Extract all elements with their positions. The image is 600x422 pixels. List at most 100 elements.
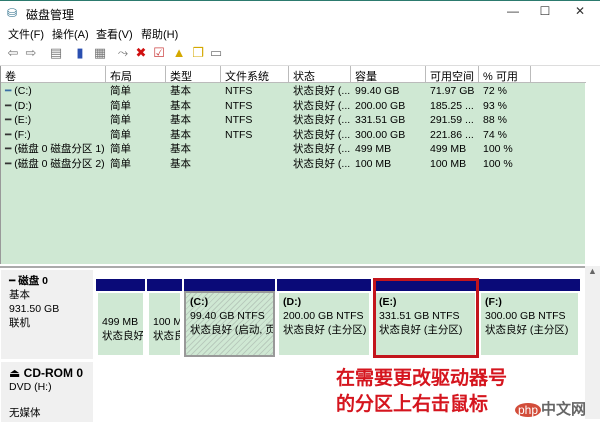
partition-status: 状态良好: [102, 330, 144, 342]
cell-text: 基本: [170, 157, 191, 170]
menu-action[interactable]: 操作(A): [52, 26, 89, 42]
folder-up-icon[interactable]: ▲: [171, 45, 187, 61]
menu-help[interactable]: 帮助(H): [141, 26, 178, 42]
partition-status: 状态良好 (主分区): [485, 324, 569, 336]
cell-text: NTFS: [225, 114, 253, 126]
partition-size: 200.00 GB NTFS: [283, 310, 364, 322]
table-row[interactable]: ━ (F:) 简单 基本 NTFS 状态良好 (... 300.00 GB 221.86 .…: [1, 128, 586, 142]
partition-body: (D:) 200.00 GB NTFS 状态良好 (主分区): [277, 291, 371, 357]
back-icon[interactable]: ⇦: [5, 45, 21, 61]
table-row[interactable]: ━ (E:) 简单 基本 NTFS 状态良好 (... 331.51 GB 291.59 .…: [1, 113, 586, 127]
folder-icon[interactable]: ❐: [190, 45, 206, 61]
volume-icon: ━: [5, 114, 15, 126]
disk-name: 磁盘 0: [18, 275, 49, 287]
cell-vol: ━ (F:): [1, 128, 106, 142]
col-filesystem[interactable]: 文件系统: [221, 66, 289, 83]
forward-icon[interactable]: ⇨: [23, 45, 39, 61]
volume-icon: ━: [5, 99, 15, 112]
cell-status: 状态良好 (...: [289, 99, 351, 113]
cell-text: 93 %: [483, 99, 507, 112]
col-capacity[interactable]: 容量: [351, 66, 426, 83]
title-bar: ⛁ 磁盘管理 — ☐ ✕: [0, 0, 600, 24]
annotation-line-1: 在需要更改驱动器号: [336, 368, 508, 389]
cell-status: 状态良好 (...: [289, 84, 351, 98]
panel-icon[interactable]: ▦: [92, 45, 108, 61]
volume-icon: ━: [5, 85, 15, 97]
cell-text: (F:): [14, 128, 31, 141]
cell-status: 状态良好 (...: [289, 128, 351, 142]
col-free[interactable]: 可用空间: [426, 66, 479, 83]
cell-text: 基本: [170, 99, 191, 112]
partition-body: 100 M 状态良: [147, 291, 182, 357]
cdrom-0-label[interactable]: ⏏ CD-ROM 0 DVD (H:) 无媒体: [1, 362, 93, 422]
cell-text: 221.86 ...: [430, 128, 474, 141]
disk-0-label[interactable]: ━ 磁盘 0 基本 931.50 GB 联机: [1, 270, 93, 359]
annotation-line-2: 的分区上右击鼠标: [336, 394, 489, 415]
menu-file[interactable]: 文件(F): [8, 26, 44, 42]
partition-label: [153, 301, 176, 315]
cell-pct: 100 %: [479, 157, 531, 171]
cell-vol: ━ (D:): [1, 99, 106, 113]
table-row[interactable]: ━ (D:) 简单 基本 NTFS 状态良好 (... 200.00 GB 185.25 .…: [1, 99, 586, 113]
cell-text: 基本: [170, 143, 191, 155]
volume-icon: ━: [5, 157, 15, 170]
toolbar: ⇦ ⇨ ▤ ▮ ▦ ⤳ ✖ ☑ ▲ ❐ ▭: [0, 41, 600, 66]
close-button[interactable]: ✕: [565, 4, 595, 22]
cell-text: (E:): [14, 114, 32, 126]
col-pct-free[interactable]: % 可用: [479, 66, 531, 83]
volume-icon: ━: [5, 143, 15, 155]
connect-icon[interactable]: ⤳: [115, 45, 131, 61]
minimize-button[interactable]: —: [498, 4, 528, 22]
cell-free: 100 MB: [426, 157, 479, 171]
cell-free: 185.25 ...: [426, 99, 479, 113]
properties-icon[interactable]: ▤: [48, 45, 64, 61]
cell-text: 状态良好 (...: [293, 128, 351, 141]
watermark-php: php: [515, 403, 542, 417]
partition-size: 100 M: [153, 316, 182, 328]
partition-0[interactable]: 499 MB 状态良好: [95, 278, 146, 358]
col-volume[interactable]: 卷: [1, 66, 106, 83]
table-row[interactable]: ━ (磁盘 0 磁盘分区 2) 简单 基本 状态良好 (... 100 MB 100 MB…: [1, 157, 586, 171]
annotation: 在需要更改驱动器号 的分区上右击鼠标: [336, 366, 507, 418]
cell-text: 简单: [110, 99, 131, 112]
highlight-box: [373, 278, 479, 358]
col-layout[interactable]: 布局: [106, 66, 166, 83]
disk-management-icon: ⛁: [7, 6, 18, 20]
check-icon[interactable]: ☑: [151, 45, 167, 61]
disk-icon: ━: [9, 275, 19, 287]
menu-view[interactable]: 查看(V): [96, 26, 133, 42]
table-row[interactable]: ━ (C:) 简单 基本 NTFS 状态良好 (... 99.40 GB 71.97 GB 7…: [1, 84, 586, 98]
cell-text: 简单: [110, 128, 131, 141]
cell-free: 71.97 GB: [426, 84, 479, 98]
partition-2[interactable]: (C:) 99.40 GB NTFS 状态良好 (启动, 页: [183, 278, 276, 358]
disk-state: 联机: [9, 317, 30, 329]
cell-cap: 331.51 GB: [351, 113, 426, 127]
vertical-scrollbar[interactable]: ▲: [585, 266, 600, 419]
disk-size: 931.50 GB: [9, 303, 60, 315]
partition-body: 499 MB 状态良好: [96, 291, 145, 357]
col-type[interactable]: 类型: [166, 66, 221, 83]
cell-free: 499 MB: [426, 142, 479, 156]
cell-status: 状态良好 (...: [289, 157, 351, 171]
cdrom-name: CD-ROM 0: [23, 366, 84, 380]
partition-size: 300.00 GB NTFS: [485, 310, 566, 322]
cell-layout: 简单: [106, 99, 166, 113]
partition-3[interactable]: (D:) 200.00 GB NTFS 状态良好 (主分区): [276, 278, 372, 358]
delete-icon[interactable]: ✖: [133, 45, 149, 61]
partition-bar: [479, 279, 580, 291]
partition-5[interactable]: (F:) 300.00 GB NTFS 状态良好 (主分区): [478, 278, 581, 358]
maximize-button[interactable]: ☐: [530, 4, 560, 22]
cell-pct: 100 %: [479, 142, 531, 156]
partition-status: 状态良: [153, 330, 182, 342]
cell-text: 499 MB: [430, 143, 467, 155]
cell-text: 基本: [170, 85, 191, 97]
partition-1[interactable]: 100 M 状态良: [146, 278, 183, 358]
cell-layout: 简单: [106, 84, 166, 98]
col-status[interactable]: 状态: [289, 66, 351, 83]
window-icon[interactable]: ▭: [208, 45, 224, 61]
cell-pct: 93 %: [479, 99, 531, 113]
cell-text: 简单: [110, 85, 131, 97]
table-row[interactable]: ━ (磁盘 0 磁盘分区 1) 简单 基本 状态良好 (... 499 MB 499 MB…: [1, 142, 586, 156]
cell-status: 状态良好 (...: [289, 113, 351, 127]
help-icon[interactable]: ▮: [72, 45, 88, 61]
